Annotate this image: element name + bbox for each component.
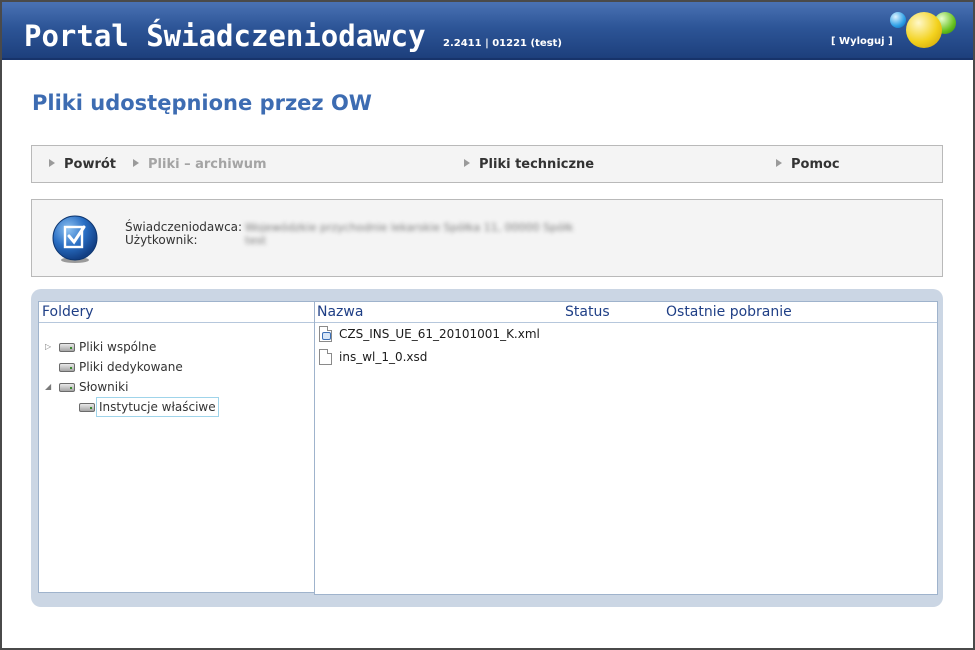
header-divider — [315, 322, 937, 323]
header-bar: Portal Świadczeniodawcy 2.2411 | 01221 (… — [2, 2, 973, 60]
expand-triangle-icon[interactable]: ▷ — [45, 338, 53, 356]
user-info-box: Świadczeniodawca: Użytkownik: Wojewódzki… — [31, 199, 943, 277]
nav-technical-files-label: Pliki techniczne — [479, 157, 595, 172]
page-title: Pliki udostępnione przez OW — [32, 91, 372, 115]
folders-header: Foldery — [42, 304, 94, 320]
action-bar: Powrót Pliki – archiwum Pliki techniczne… — [31, 145, 943, 183]
tree-item-label: Słowniki — [79, 380, 129, 394]
column-header-last-download[interactable]: Ostatnie pobranie — [666, 304, 792, 320]
column-header-status[interactable]: Status — [565, 304, 610, 320]
version-info: 2.2411 | 01221 (test) — [443, 38, 562, 49]
provider-value: Wojewódzkie przychodnie lekarskie Spółka… — [245, 221, 574, 234]
drive-icon — [59, 363, 75, 372]
arrow-right-icon — [776, 159, 782, 167]
yellow-ball-icon — [906, 12, 942, 48]
nav-archive-link[interactable]: Pliki – archiwum — [133, 157, 267, 172]
nav-technical-files-link[interactable]: Pliki techniczne — [464, 157, 594, 172]
file-browser: Foldery ▷ Pliki wspólne Pliki dedykowane… — [31, 289, 943, 607]
info-labels: Świadczeniodawca: Użytkownik: — [125, 221, 242, 247]
column-header-name[interactable]: Nazwa — [317, 304, 363, 320]
drive-icon — [59, 343, 75, 352]
arrow-right-icon — [49, 159, 55, 167]
drive-icon — [59, 383, 75, 392]
logo-balls-icon — [886, 8, 966, 56]
app-window: Portal Świadczeniodawcy 2.2411 | 01221 (… — [2, 2, 973, 648]
nav-help-label: Pomoc — [791, 157, 840, 172]
file-list-pane: Nazwa Status Ostatnie pobranie CZS_INS_U… — [314, 301, 938, 595]
folder-tree-pane: Foldery ▷ Pliki wspólne Pliki dedykowane… — [38, 301, 315, 593]
tree-item-label: Pliki dedykowane — [79, 360, 183, 374]
arrow-right-icon — [133, 159, 139, 167]
blue-ball-icon — [890, 12, 906, 28]
logout-link[interactable]: [ Wyloguj ] — [831, 36, 893, 47]
nav-back-label: Powrót — [64, 157, 117, 172]
nav-archive-label: Pliki – archiwum — [148, 157, 267, 172]
document-check-icon — [52, 215, 98, 263]
file-name: CZS_INS_UE_61_20101001_K.xml — [339, 327, 540, 341]
app-title: Portal Świadczeniodawcy — [24, 19, 426, 53]
info-values: Wojewódzkie przychodnie lekarskie Spółka… — [245, 221, 573, 247]
arrow-right-icon — [464, 159, 470, 167]
xml-file-icon — [319, 326, 332, 342]
nav-back-link[interactable]: Powrót — [49, 157, 116, 172]
file-name: ins_wl_1_0.xsd — [339, 350, 428, 364]
drive-icon — [79, 403, 95, 412]
collapse-triangle-icon[interactable]: ◢ — [45, 378, 53, 396]
nav-help-link[interactable]: Pomoc — [776, 157, 840, 172]
tree-item-label-selected: Instytucje właściwe — [96, 397, 219, 417]
tree-item-label: Pliki wspólne — [79, 340, 157, 354]
header-divider — [39, 322, 314, 323]
user-label: Użytkownik: — [125, 233, 198, 247]
user-value: test — [245, 234, 267, 247]
file-icon — [319, 349, 332, 365]
